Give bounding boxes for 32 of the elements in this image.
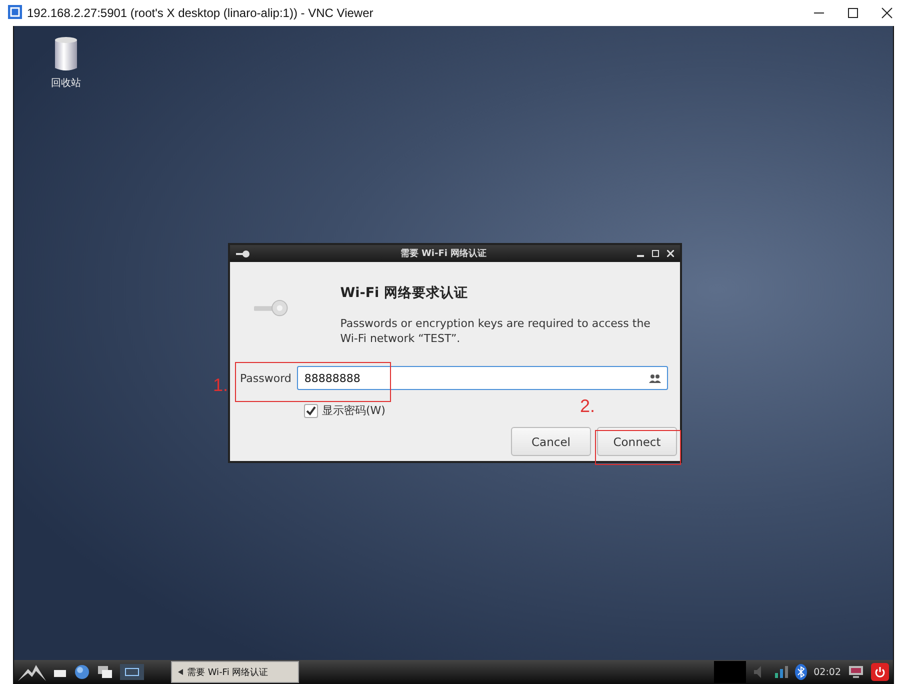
close-icon[interactable] (881, 7, 893, 19)
workspace-icon (125, 668, 139, 676)
windows-icon[interactable] (97, 665, 113, 679)
clock[interactable]: 02:02 (814, 666, 841, 678)
password-label: Password (240, 372, 292, 384)
annotation-number: 2. (580, 396, 596, 417)
monitor-icon[interactable] (848, 665, 864, 679)
users-icon (649, 374, 661, 382)
power-icon (874, 666, 886, 678)
desktop-icon-label: 回收站 (51, 76, 81, 90)
show-password-checkbox[interactable] (304, 404, 318, 418)
connect-button[interactable]: Connect (597, 427, 677, 456)
dialog-title: 需要 Wi-Fi 网络认证 (399, 248, 488, 260)
window-icon (176, 668, 184, 676)
bluetooth-icon[interactable] (794, 664, 807, 680)
password-field[interactable]: 88888888 (304, 372, 649, 384)
maximize-icon[interactable] (847, 7, 859, 19)
workspace-button[interactable] (120, 664, 144, 680)
show-password-label: 显示密码(W) (322, 403, 386, 418)
dialog-message: Passwords or encryption keys are required to access the Wi-Fi network “TEST”. (340, 316, 652, 346)
power-button[interactable] (871, 663, 889, 681)
annotation-number: 1. (213, 375, 228, 396)
password-field-frame[interactable]: 88888888 (297, 366, 668, 390)
globe-icon[interactable] (74, 664, 90, 680)
trash-bin-icon[interactable] (54, 36, 78, 72)
dialog-heading: Wi-Fi 网络要求认证 (340, 284, 469, 302)
window-title: 192.168.2.27:5901 (root's X desktop (linaro-alip:1)) - VNC Viewer (27, 6, 374, 20)
taskbar-task[interactable]: 需要 Wi-Fi 网络认证 (171, 661, 299, 683)
key-icon (236, 248, 250, 258)
cancel-button[interactable]: Cancel (511, 427, 591, 456)
network-icon[interactable] (774, 665, 788, 679)
start-menu-icon[interactable] (18, 663, 46, 681)
